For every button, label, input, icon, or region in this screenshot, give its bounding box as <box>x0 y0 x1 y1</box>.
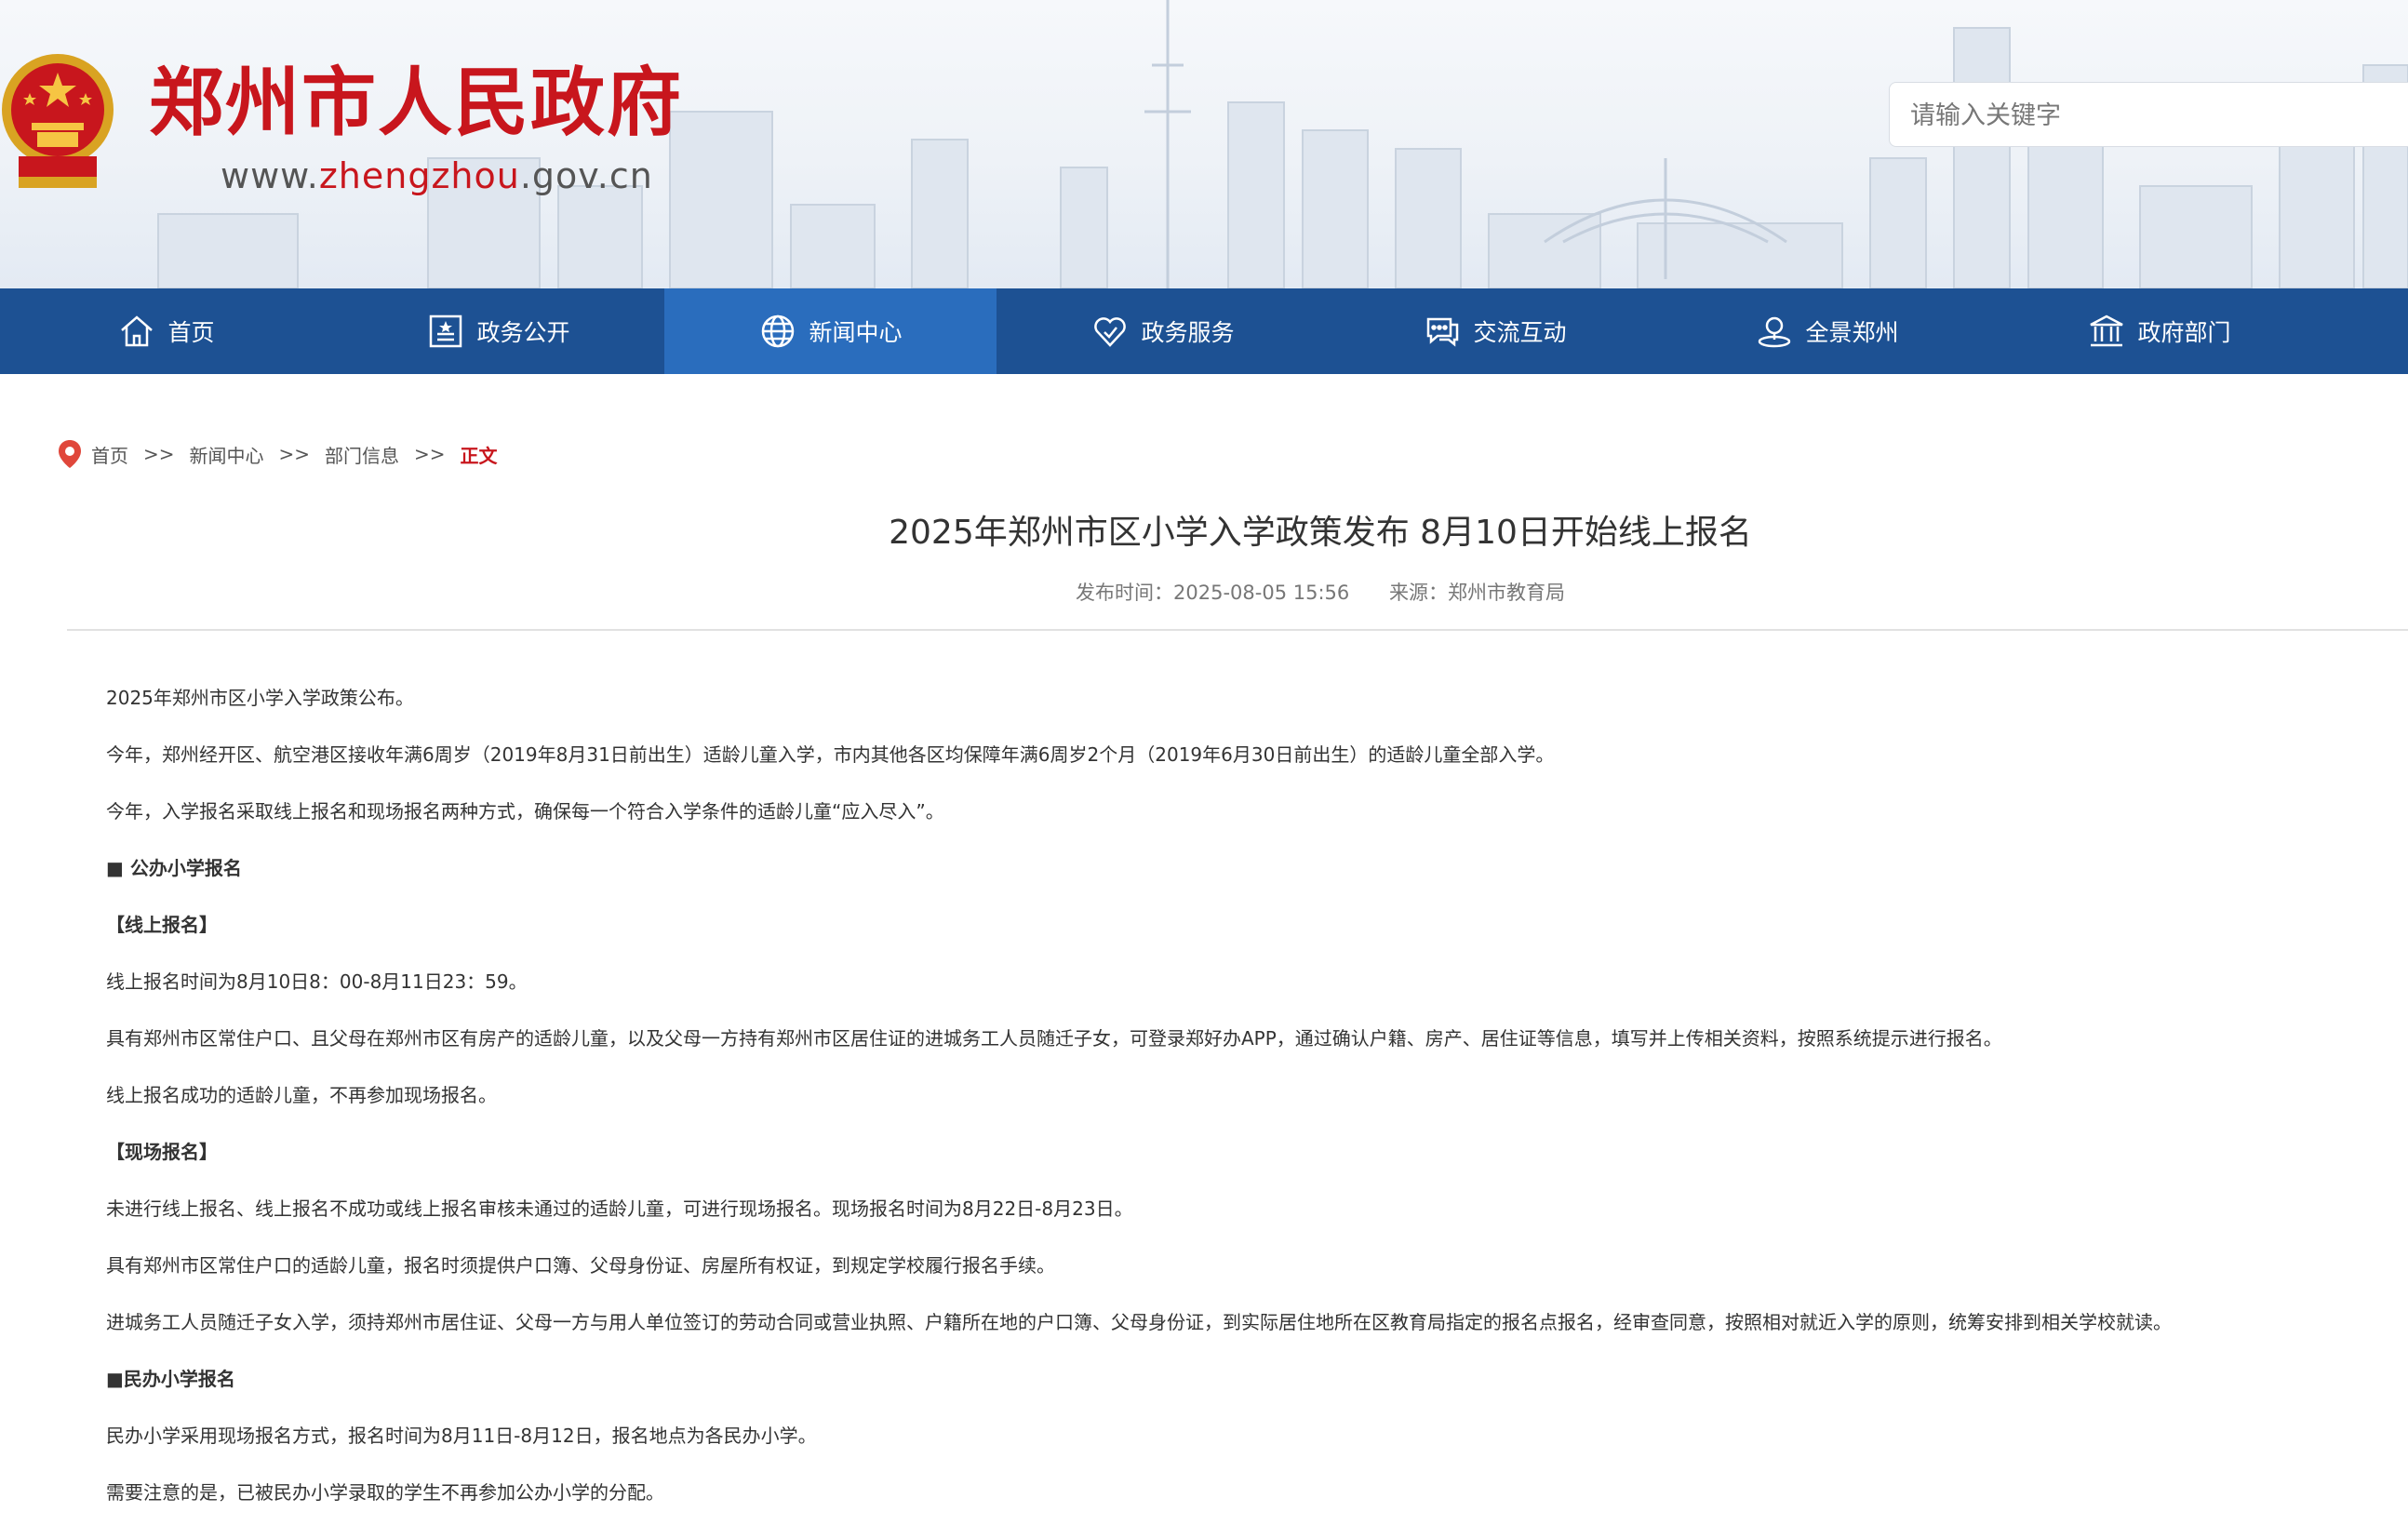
heart-icon <box>1094 317 1127 347</box>
article-meta: 发布时间：2025-08-05 15:56 来源：郑州市教育局 <box>0 579 2408 607</box>
paragraph: 未进行线上报名、线上报名不成功或线上报名审核未通过的适龄儿童，可进行现场报名。现… <box>106 1197 1133 1220</box>
nav-item-label: 新闻中心 <box>809 319 903 346</box>
nav-item-panorama[interactable]: 全景郑州 <box>1661 288 1993 374</box>
breadcrumb-separator: >> <box>278 443 311 465</box>
article-title: 2025年郑州市区小学入学政策发布 8月10日开始线上报名 <box>889 514 1752 552</box>
building-icon <box>2090 314 2124 347</box>
breadcrumb-home[interactable]: 首页 <box>91 441 128 468</box>
paragraph: 需要注意的是，已被民办小学录取的学生不再参加公办小学的分配。 <box>106 1481 664 1504</box>
divider <box>67 629 2408 631</box>
section-heading: ■民办小学报名 <box>106 1368 235 1390</box>
breadcrumb-dept-info[interactable]: 部门信息 <box>325 441 399 468</box>
nav-item-departments[interactable]: 政府部门 <box>1993 288 2325 374</box>
breadcrumb: 首页 >> 新闻中心 >> 部门信息 >> 正文 <box>58 439 498 469</box>
nav-item-home[interactable]: 首页 <box>0 288 332 374</box>
search-input[interactable] <box>1908 94 2396 137</box>
nav-item-label: 政务公开 <box>476 319 570 346</box>
nav-item-label: 政府部门 <box>2137 319 2231 346</box>
paragraph: 线上报名时间为8月10日8：00-8月11日23：59。 <box>106 970 528 993</box>
breadcrumb-separator: >> <box>414 443 446 465</box>
publish-time: 发布时间：2025-08-05 15:56 <box>1076 582 1350 604</box>
site-url[interactable]: www.zhengzhou.gov.cn <box>221 153 653 199</box>
paragraph: 进城务工人员随迁子女入学，须持郑州市居住证、父母一方与用人单位签订的劳动合同或营… <box>106 1311 2172 1333</box>
section-heading: ■ 公办小学报名 <box>106 857 242 879</box>
site-header: 郑州市人民政府 www.zhengzhou.gov.cn <box>0 0 2408 288</box>
paragraph: 具有郑州市区常住户口的适龄儿童，报名时须提供户口簿、父母身份证、房屋所有权证，到… <box>106 1254 1055 1277</box>
breadcrumb-current: 正文 <box>460 444 498 467</box>
paragraph: 线上报名成功的适龄儿童，不再参加现场报名。 <box>106 1084 497 1106</box>
site-url-highlight: zhengzhou <box>318 155 520 196</box>
globe-icon <box>762 314 795 348</box>
nav-item-news-center[interactable]: 新闻中心 <box>664 288 997 374</box>
paragraph: 2025年郑州市区小学入学政策公布。 <box>106 687 414 709</box>
document-icon <box>430 314 462 348</box>
main-nav: 首页 政务公开 新闻中心 政务服务 交流互动 全景郑州 政府部门 <box>0 288 2408 374</box>
article-body: 2025年郑州市区小学入学政策公布。 今年，郑州经开区、航空港区接收年满6周岁（… <box>106 670 2339 1521</box>
nav-item-interaction[interactable]: 交流互动 <box>1329 288 1661 374</box>
nav-item-gov-affairs[interactable]: 政务公开 <box>332 288 664 374</box>
nav-item-label: 全景郑州 <box>1805 319 1899 346</box>
chat-icon <box>1427 317 1459 347</box>
paragraph: 今年，入学报名采取线上报名和现场报名两种方式，确保每一个符合入学条件的适龄儿童“… <box>106 800 944 823</box>
site-url-suffix: .gov.cn <box>519 155 653 196</box>
breadcrumb-news-center[interactable]: 新闻中心 <box>190 441 264 468</box>
site-url-prefix: www. <box>221 155 319 196</box>
paragraph: 今年，郑州经开区、航空港区接收年满6周岁（2019年8月31日前出生）适龄儿童入… <box>106 743 1555 766</box>
paragraph: 民办小学采用现场报名方式，报名时间为8月11日-8月12日，报名地点为各民办小学… <box>106 1425 817 1447</box>
search-box <box>1889 82 2408 147</box>
nav-item-gov-services[interactable]: 政务服务 <box>997 288 1329 374</box>
national-emblem-icon <box>2 54 114 188</box>
home-icon <box>121 315 154 347</box>
paragraph: 具有郑州市区常住户口、且父母在郑州市区有房产的适龄儿童，以及父母一方持有郑州市区… <box>106 1027 2002 1050</box>
panorama-icon <box>1759 316 1791 348</box>
site-title[interactable]: 郑州市人民政府 <box>149 56 683 149</box>
nav-item-label: 政务服务 <box>1141 319 1235 346</box>
subsection-heading: 【现场报名】 <box>106 1141 218 1163</box>
article-source: 来源：郑州市教育局 <box>1388 582 1565 604</box>
nav-item-label: 交流互动 <box>1473 319 1567 346</box>
subsection-heading: 【线上报名】 <box>106 914 218 936</box>
breadcrumb-separator: >> <box>143 443 175 465</box>
nav-item-label: 首页 <box>167 319 215 346</box>
location-pin-icon <box>59 440 81 468</box>
